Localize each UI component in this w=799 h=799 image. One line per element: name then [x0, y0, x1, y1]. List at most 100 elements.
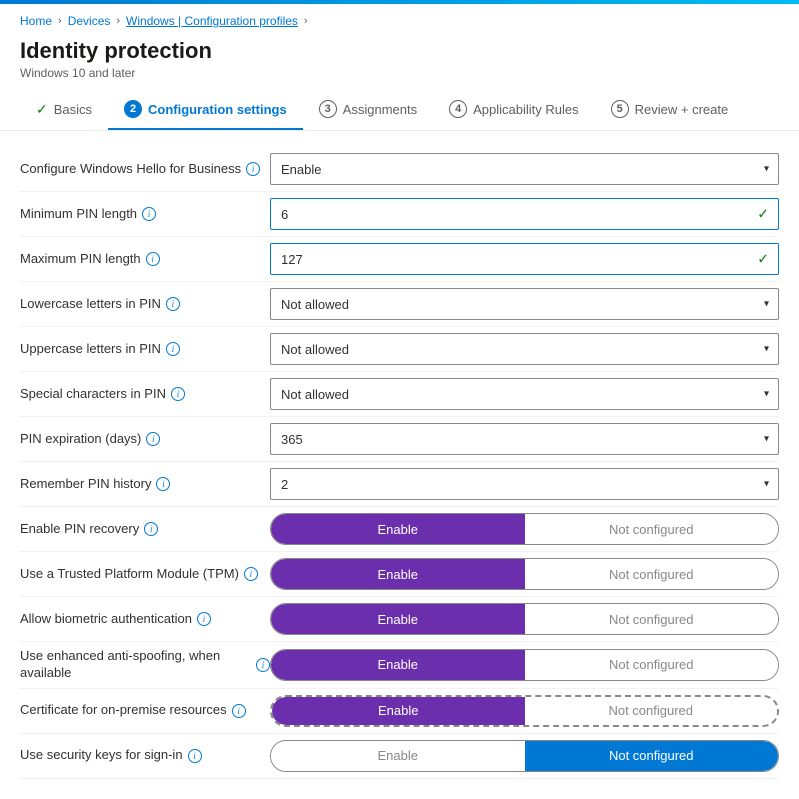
- control-biometric: Enable Not configured: [270, 603, 779, 635]
- input-max-pin[interactable]: [270, 243, 779, 275]
- tab-number-5: 5: [611, 100, 629, 118]
- check-icon: ✓: [36, 101, 48, 118]
- info-icon-lowercase[interactable]: i: [166, 297, 180, 311]
- select-wrapper-special: Not allowed Allowed Required ▾: [270, 378, 779, 410]
- select-special[interactable]: Not allowed Allowed Required: [270, 378, 779, 410]
- toggle-notconfigured-pin-recovery[interactable]: Not configured: [525, 514, 779, 544]
- label-tpm: Use a Trusted Platform Module (TPM) i: [20, 566, 270, 583]
- label-pin-recovery: Enable PIN recovery i: [20, 521, 270, 538]
- tabs-nav: ✓ Basics 2 Configuration settings 3 Assi…: [0, 90, 799, 131]
- toggle-enable-biometric[interactable]: Enable: [271, 604, 525, 634]
- tab-review[interactable]: 5 Review + create: [595, 90, 745, 130]
- control-certificate: Enable Not configured: [270, 695, 779, 727]
- info-icon-pin-expiration[interactable]: i: [146, 432, 160, 446]
- check-icon-min-pin: ✓: [757, 206, 769, 223]
- info-icon-max-pin[interactable]: i: [146, 252, 160, 266]
- toggle-pin-recovery: Enable Not configured: [270, 513, 779, 545]
- select-wrapper-whfb: Enable Disable Not configured ▾: [270, 153, 779, 185]
- select-wrapper-pin-history: 2 0 5 10 ▾: [270, 468, 779, 500]
- page-title: Identity protection: [20, 38, 779, 64]
- control-lowercase: Not allowed Allowed Required ▾: [270, 288, 779, 320]
- row-pin-expiration: PIN expiration (days) i 365 Never 30 60 …: [20, 417, 779, 462]
- tab-assignments[interactable]: 3 Assignments: [303, 90, 433, 130]
- toggle-notconfigured-certificate[interactable]: Not configured: [525, 697, 778, 725]
- info-icon-certificate[interactable]: i: [232, 704, 246, 718]
- tab-basics-label: Basics: [54, 102, 92, 117]
- control-min-pin: ✓: [270, 198, 779, 230]
- tab-assignments-label: Assignments: [343, 102, 417, 117]
- input-wrapper-min-pin: ✓: [270, 198, 779, 230]
- label-uppercase: Uppercase letters in PIN i: [20, 341, 270, 358]
- info-icon-tpm[interactable]: i: [244, 567, 258, 581]
- row-special: Special characters in PIN i Not allowed …: [20, 372, 779, 417]
- toggle-notconfigured-tpm[interactable]: Not configured: [525, 559, 779, 589]
- control-special: Not allowed Allowed Required ▾: [270, 378, 779, 410]
- toggle-biometric: Enable Not configured: [270, 603, 779, 635]
- control-tpm: Enable Not configured: [270, 558, 779, 590]
- label-certificate: Certificate for on-premise resources i: [20, 702, 270, 719]
- tab-applicability-label: Applicability Rules: [473, 102, 579, 117]
- select-wrapper-lowercase: Not allowed Allowed Required ▾: [270, 288, 779, 320]
- toggle-notconfigured-biometric[interactable]: Not configured: [525, 604, 779, 634]
- toggle-security-keys: Enable Not configured: [270, 740, 779, 772]
- page-header: Identity protection Windows 10 and later: [0, 32, 799, 90]
- info-icon-min-pin[interactable]: i: [142, 207, 156, 221]
- info-icon-antispoofing[interactable]: i: [256, 658, 270, 672]
- label-antispoofing: Use enhanced anti-spoofing, when availab…: [20, 648, 270, 682]
- control-security-keys: Enable Not configured: [270, 740, 779, 772]
- row-pin-history: Remember PIN history i 2 0 5 10 ▾: [20, 462, 779, 507]
- row-lowercase: Lowercase letters in PIN i Not allowed A…: [20, 282, 779, 327]
- toggle-enable-pin-recovery[interactable]: Enable: [271, 514, 525, 544]
- label-max-pin: Maximum PIN length i: [20, 251, 270, 268]
- toggle-enable-security-keys[interactable]: Enable: [271, 741, 525, 771]
- select-pin-history[interactable]: 2 0 5 10: [270, 468, 779, 500]
- toggle-enable-tpm[interactable]: Enable: [271, 559, 525, 589]
- info-icon-uppercase[interactable]: i: [166, 342, 180, 356]
- info-icon-security-keys[interactable]: i: [188, 749, 202, 763]
- form-content: Configure Windows Hello for Business i E…: [0, 147, 799, 799]
- toggle-certificate: Enable Not configured: [270, 695, 779, 727]
- info-icon-special[interactable]: i: [171, 387, 185, 401]
- breadcrumb-devices[interactable]: Devices: [68, 14, 111, 28]
- row-tpm: Use a Trusted Platform Module (TPM) i En…: [20, 552, 779, 597]
- page-subtitle: Windows 10 and later: [20, 66, 779, 80]
- select-lowercase[interactable]: Not allowed Allowed Required: [270, 288, 779, 320]
- tab-basics[interactable]: ✓ Basics: [20, 91, 108, 130]
- tab-number-4: 4: [449, 100, 467, 118]
- toggle-notconfigured-antispoofing[interactable]: Not configured: [525, 650, 779, 680]
- info-icon-pin-history[interactable]: i: [156, 477, 170, 491]
- toggle-tpm: Enable Not configured: [270, 558, 779, 590]
- select-whfb[interactable]: Enable Disable Not configured: [270, 153, 779, 185]
- breadcrumb-profiles[interactable]: Windows | Configuration profiles: [126, 14, 298, 28]
- label-lowercase: Lowercase letters in PIN i: [20, 296, 270, 313]
- info-icon-whfb[interactable]: i: [246, 162, 260, 176]
- breadcrumb: Home › Devices › Windows | Configuration…: [0, 4, 799, 32]
- label-security-keys: Use security keys for sign-in i: [20, 747, 270, 764]
- row-uppercase: Uppercase letters in PIN i Not allowed A…: [20, 327, 779, 372]
- row-configure-whfb: Configure Windows Hello for Business i E…: [20, 147, 779, 192]
- input-min-pin[interactable]: [270, 198, 779, 230]
- label-min-pin: Minimum PIN length i: [20, 206, 270, 223]
- check-icon-max-pin: ✓: [757, 251, 769, 268]
- toggle-notconfigured-security-keys[interactable]: Not configured: [525, 741, 779, 771]
- tab-applicability[interactable]: 4 Applicability Rules: [433, 90, 595, 130]
- control-antispoofing: Enable Not configured: [270, 649, 779, 681]
- label-special: Special characters in PIN i: [20, 386, 270, 403]
- breadcrumb-home[interactable]: Home: [20, 14, 52, 28]
- select-wrapper-pin-expiration: 365 Never 30 60 90 ▾: [270, 423, 779, 455]
- select-pin-expiration[interactable]: 365 Never 30 60 90: [270, 423, 779, 455]
- row-antispoofing: Use enhanced anti-spoofing, when availab…: [20, 642, 779, 689]
- row-biometric: Allow biometric authentication i Enable …: [20, 597, 779, 642]
- toggle-enable-certificate[interactable]: Enable: [272, 697, 525, 725]
- select-uppercase[interactable]: Not allowed Allowed Required: [270, 333, 779, 365]
- toggle-enable-antispoofing[interactable]: Enable: [271, 650, 525, 680]
- row-certificate: Certificate for on-premise resources i E…: [20, 689, 779, 734]
- info-icon-biometric[interactable]: i: [197, 612, 211, 626]
- row-min-pin: Minimum PIN length i ✓: [20, 192, 779, 237]
- info-icon-pin-recovery[interactable]: i: [144, 522, 158, 536]
- control-max-pin: ✓: [270, 243, 779, 275]
- tab-configuration[interactable]: 2 Configuration settings: [108, 90, 303, 130]
- control-configure-whfb: Enable Disable Not configured ▾: [270, 153, 779, 185]
- tab-review-label: Review + create: [635, 102, 729, 117]
- tab-configuration-label: Configuration settings: [148, 102, 287, 117]
